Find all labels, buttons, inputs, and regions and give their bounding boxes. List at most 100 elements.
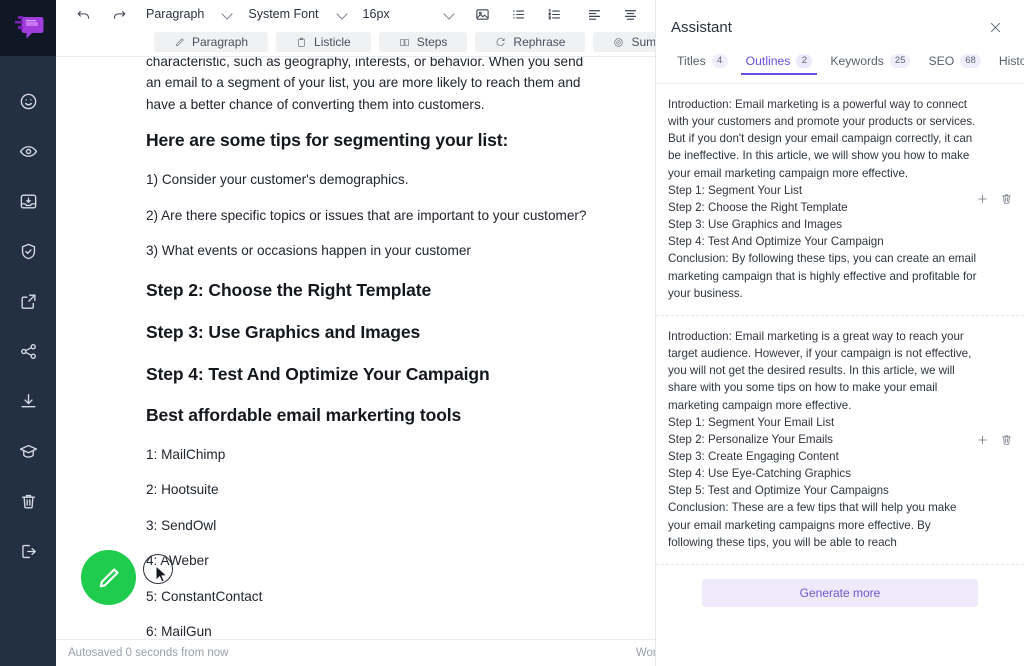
insert-image-button[interactable]: [470, 1, 496, 27]
chevron-down-icon: [444, 8, 456, 20]
target-icon: [614, 37, 624, 47]
chip-listicle[interactable]: Listicle: [276, 32, 371, 52]
document-scroll-area[interactable]: characteristic, such as geography, inter…: [56, 56, 655, 639]
outline-card[interactable]: Introduction: Email marketing is a power…: [656, 84, 1024, 316]
outline-text: Introduction: Email marketing is a great…: [668, 329, 972, 549]
align-center-icon: [625, 9, 637, 20]
insert-outline-button[interactable]: [975, 432, 990, 447]
tab-label: Keywords: [830, 54, 884, 68]
redo-button[interactable]: [106, 1, 132, 27]
heading-step-2: Step 2: Choose the Right Template: [146, 280, 432, 301]
numbered-list-icon: [548, 8, 561, 20]
assistant-tabs: Titles 4 Outlines 2 Keywords 25 SEO 68 H…: [656, 54, 1024, 84]
block-style-select[interactable]: Paragraph: [146, 1, 234, 27]
delete-outline-button[interactable]: [999, 192, 1014, 207]
tab-badge: 4: [711, 54, 728, 68]
sidebar-item-save-to-inbox[interactable]: [0, 176, 56, 226]
chevron-down-icon: [337, 8, 349, 20]
chip-rephrase[interactable]: Rephrase: [475, 32, 586, 52]
app-root: Paragraph System Font 16px Paragraph Lis…: [0, 0, 1024, 666]
sidebar-item-share[interactable]: [0, 326, 56, 376]
sidebar-item-logout[interactable]: [0, 526, 56, 576]
font-size-select[interactable]: 16px: [363, 1, 456, 27]
rail-item-list: [0, 56, 56, 576]
editor-status-bar: Autosaved 0 seconds from now Word Co: [56, 639, 655, 666]
insert-outline-button[interactable]: [975, 192, 990, 207]
tab-keywords[interactable]: Keywords 25: [821, 54, 919, 75]
left-rail: [0, 0, 56, 666]
block-style-value: Paragraph: [146, 7, 205, 21]
tab-badge: 68: [960, 54, 981, 68]
sidebar-item-preview[interactable]: [0, 126, 56, 176]
tool-line: 2: Hootsuite: [146, 482, 219, 498]
generate-more-label: Generate more: [799, 585, 881, 600]
tab-label: Outlines: [745, 54, 791, 68]
chip-summarize[interactable]: Summarize: [593, 32, 655, 52]
tip-line: 3) What events or occasions happen in yo…: [146, 242, 471, 258]
trash-icon: [21, 494, 35, 509]
delete-outline-button[interactable]: [999, 432, 1014, 447]
generate-more-button[interactable]: Generate more: [702, 578, 978, 607]
align-center-button[interactable]: [618, 1, 644, 27]
plus-icon: [978, 435, 987, 445]
tool-line: 3: SendOwl: [146, 517, 217, 533]
tip-line: 2) Are there specific topics or issues t…: [146, 207, 587, 223]
chip-label: Summarize: [631, 35, 655, 49]
trash-icon: [1002, 194, 1011, 205]
book-icon: [399, 38, 409, 46]
chevron-down-icon: [222, 8, 234, 20]
tip-line: 1) Consider your customer's demographics…: [146, 172, 409, 188]
font-family-select[interactable]: System Font: [248, 1, 348, 27]
smiley-icon: [20, 93, 36, 109]
sidebar-item-emoji[interactable]: [0, 76, 56, 126]
trash-icon: [1002, 435, 1011, 445]
heading-step-4: Step 4: Test And Optimize Your Campaign: [146, 363, 490, 384]
align-left-button[interactable]: [582, 1, 608, 27]
chip-label: Rephrase: [513, 35, 566, 49]
pencil-icon: [175, 37, 184, 46]
refresh-icon: [497, 37, 505, 46]
heading-step-3: Step 3: Use Graphics and Images: [146, 322, 421, 343]
plus-icon: [978, 195, 987, 204]
chip-label: Steps: [416, 35, 448, 49]
align-left-icon: [589, 9, 601, 20]
download-icon: [20, 393, 36, 407]
close-assistant-button[interactable]: [984, 16, 1006, 38]
tab-history[interactable]: History: [990, 54, 1024, 75]
editor-column: Paragraph System Font 16px Paragraph Lis…: [56, 0, 655, 666]
numbered-list-button[interactable]: [542, 1, 568, 27]
pencil-icon: [99, 567, 119, 587]
sidebar-item-download[interactable]: [0, 376, 56, 426]
share-icon: [20, 343, 36, 359]
document-body[interactable]: characteristic, such as geography, inter…: [56, 56, 655, 639]
graduation-cap-icon: [19, 444, 37, 458]
tab-seo[interactable]: SEO 68: [919, 54, 989, 75]
chip-paragraph[interactable]: Paragraph: [154, 32, 269, 52]
outline-card[interactable]: Introduction: Email marketing is a great…: [656, 316, 1024, 565]
app-logo[interactable]: [0, 0, 56, 56]
logout-icon: [21, 544, 36, 558]
sidebar-item-open-external[interactable]: [0, 276, 56, 326]
shield-check-icon: [21, 243, 35, 259]
undo-button[interactable]: [70, 1, 96, 27]
assistant-panel: Assistant Titles 4 Outlines 2 Keywords 2…: [655, 0, 1024, 666]
paragraph-cut: characteristic, such as geography, inter…: [146, 56, 584, 112]
tab-titles[interactable]: Titles 4: [668, 54, 737, 75]
tab-label: SEO: [928, 54, 955, 68]
outline-card-actions: [975, 432, 1014, 447]
chip-steps[interactable]: Steps: [378, 32, 468, 52]
chip-label: Paragraph: [192, 35, 249, 49]
compose-fab-button[interactable]: [81, 550, 136, 605]
close-icon: [990, 22, 1000, 32]
tool-line: 5: ConstantContact: [146, 588, 263, 604]
autosave-status: Autosaved 0 seconds from now: [68, 647, 229, 659]
sidebar-item-delete[interactable]: [0, 476, 56, 526]
sidebar-item-academy[interactable]: [0, 426, 56, 476]
bullet-list-button[interactable]: [506, 1, 532, 27]
tab-outlines[interactable]: Outlines 2: [737, 54, 822, 75]
assistant-content[interactable]: Introduction: Email marketing is a power…: [656, 84, 1024, 666]
tool-line: 4: AWeber: [146, 553, 209, 569]
tab-badge: 2: [796, 54, 813, 68]
chat-bubble-logo-icon: [15, 16, 44, 39]
sidebar-item-plagiarism[interactable]: [0, 226, 56, 276]
